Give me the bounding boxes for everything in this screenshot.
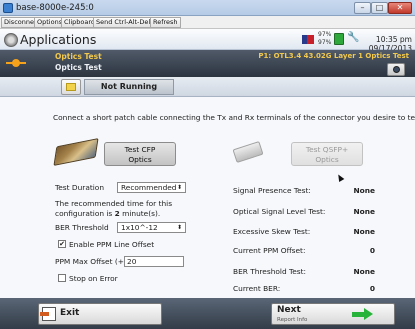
recommended-post: minute(s). <box>119 209 161 218</box>
battery-level-top: 97% <box>318 31 332 38</box>
stop-on-error-label: Stop on Error <box>69 274 118 283</box>
ber-threshold-value: 1x10^-12 <box>121 223 158 232</box>
signal-presence-label: Signal Presence Test: <box>233 186 311 195</box>
test-cfp-label-2: Optics <box>128 154 152 164</box>
applications-title: Applications <box>20 32 97 47</box>
test-qsfp-label-2: Optics <box>315 154 339 164</box>
ber-threshold-test-label: BER Threshold Test: <box>233 267 307 276</box>
battery-levels: 97% 97% <box>318 31 331 47</box>
ber-threshold-test-value: None <box>353 267 375 276</box>
dropdown-arrow-icon: ⬍ <box>176 184 182 191</box>
ber-threshold-select[interactable]: 1x10^-12 ⬍ <box>117 222 186 233</box>
optics-logo-icon <box>6 54 28 72</box>
arrow-right-icon <box>352 308 373 320</box>
app-header: Applications 97% 97% 🔧 10:35 pm 09/17/20… <box>0 29 415 53</box>
next-sublabel: Report Info <box>277 317 308 323</box>
test-duration-select[interactable]: Recommended ⬍ <box>117 182 186 193</box>
refresh-button[interactable]: Refresh <box>150 17 181 28</box>
stop-on-error-checkbox[interactable] <box>58 274 66 282</box>
test-cfp-label-1: Test CFP <box>124 145 156 154</box>
qsfp-module-image <box>232 141 264 163</box>
test-qsfp-optics-button[interactable]: Test QSFP+ Optics <box>291 142 363 166</box>
dropdown-arrow-icon: ⬍ <box>176 224 182 231</box>
window-title: base-8000e-245:0 <box>16 3 94 13</box>
send-ctrl-alt-del-button[interactable]: Send Ctrl-Alt-Del <box>93 17 154 28</box>
test-name-secondary: Optics Test <box>55 63 102 72</box>
battery-level-bottom: 97% <box>318 39 332 46</box>
test-banner: Optics Test Optics Test P1: OTL3.4 43.02… <box>0 50 415 77</box>
signal-presence-value: None <box>353 186 375 195</box>
exit-button[interactable]: Exit <box>38 303 162 325</box>
minimize-button[interactable]: – <box>354 2 371 14</box>
enable-ppm-label: Enable PPM Line Offset <box>69 240 155 249</box>
enable-ppm-checkbox[interactable]: ✔ <box>58 240 66 248</box>
exit-label: Exit <box>60 308 80 318</box>
applications-icon[interactable] <box>4 33 18 47</box>
excessive-skew-label: Excessive Skew Test: <box>233 227 311 236</box>
current-ber-label: Current BER: <box>233 284 281 293</box>
recommended-text-line1: The recommended time for this <box>55 199 173 208</box>
optical-signal-level-label: Optical Signal Level Test: <box>233 207 326 216</box>
port-info: P1: OTL3.4 43.02G Layer 1 Optics Test <box>258 52 409 60</box>
recommended-text-line2: configuration is 2 minute(s). <box>55 209 160 218</box>
start-stop-button[interactable] <box>61 79 81 95</box>
camera-icon[interactable] <box>387 63 405 76</box>
ppm-max-offset-label: PPM Max Offset (+/-) <box>55 257 132 266</box>
run-status: Not Running <box>84 79 174 95</box>
start-icon <box>66 83 76 91</box>
current-ppm-offset-label: Current PPM Offset: <box>233 246 306 255</box>
next-button[interactable]: Next Report Info <box>271 303 395 325</box>
exit-icon <box>40 307 56 321</box>
test-duration-label: Test Duration <box>55 183 105 192</box>
status-strip: Not Running <box>0 77 415 97</box>
bottom-bar: Exit Next Report Info <box>0 298 415 329</box>
test-cfp-optics-button[interactable]: Test CFP Optics <box>104 142 176 166</box>
app-window-icon <box>3 3 13 13</box>
ppm-max-offset-input[interactable]: 20 <box>124 256 184 267</box>
next-label: Next <box>277 305 301 315</box>
test-name-primary: Optics Test <box>55 52 102 61</box>
optical-signal-level-value: None <box>353 207 375 216</box>
instruction-text: Connect a short patch cable connecting t… <box>53 113 415 122</box>
test-qsfp-label-1: Test QSFP+ <box>305 145 349 154</box>
test-duration-value: Recommended <box>121 183 177 192</box>
close-button[interactable]: ✕ <box>388 2 412 14</box>
flag-icon <box>302 35 314 44</box>
current-ppm-offset-value: 0 <box>369 246 375 255</box>
cfp-module-image <box>53 138 99 166</box>
main-panel: Connect a short patch cable connecting t… <box>0 97 415 298</box>
window-title-bar: base-8000e-245:0 – □ ✕ <box>0 0 415 16</box>
recommended-pre: configuration is <box>55 209 115 218</box>
menu-strip: Disconnect Options Clipboard Send Ctrl-A… <box>0 16 415 29</box>
ber-threshold-label: BER Threshold <box>55 223 109 232</box>
excessive-skew-value: None <box>353 227 375 236</box>
maximize-button[interactable]: □ <box>371 2 388 14</box>
current-ber-value: 0 <box>369 284 375 293</box>
